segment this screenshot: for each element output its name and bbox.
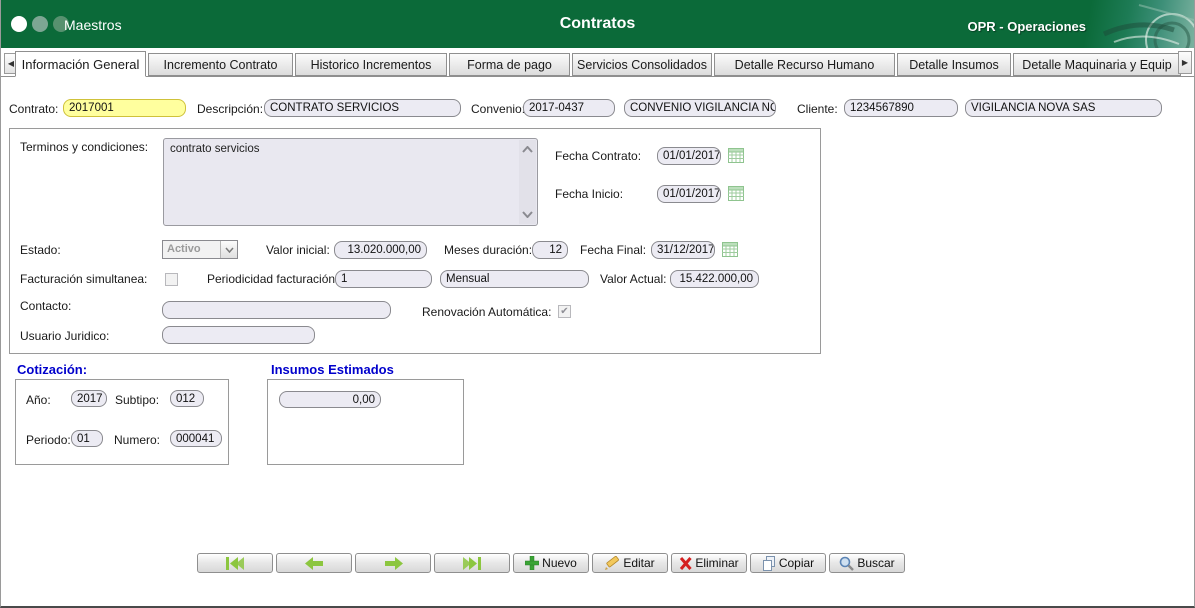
subtipo-label: Subtipo: (115, 393, 160, 407)
renovacion-automatica-checkbox[interactable]: ✔ (558, 305, 571, 318)
nuevo-label: Nuevo (542, 556, 577, 570)
periodicidad-label: Periodicidad facturación: (207, 272, 339, 286)
valor-actual-label: Valor Actual: (600, 272, 667, 286)
insumos-title: Insumos Estimados (271, 362, 394, 377)
delete-x-icon (680, 556, 692, 570)
tab-detalle-maquinaria[interactable]: Detalle Maquinaria y Equip (1013, 53, 1181, 76)
next-record-button[interactable] (355, 553, 431, 573)
facturacion-simultanea-label: Facturación simultanea: (20, 272, 148, 286)
previous-record-button[interactable] (276, 553, 352, 573)
estado-label: Estado: (20, 243, 61, 257)
periodicidad-desc-input[interactable]: Mensual (440, 270, 589, 288)
convenio-code-input[interactable]: 2017-0437 (523, 99, 615, 117)
next-record-icon (384, 556, 403, 570)
last-record-button[interactable] (434, 553, 510, 573)
ano-input[interactable]: 2017 (71, 390, 107, 407)
copy-icon (762, 555, 775, 571)
periodo-input[interactable]: 01 (71, 430, 103, 447)
periodicidad-input[interactable]: 1 (335, 270, 432, 288)
tab-detalle-recurso-humano[interactable]: Detalle Recurso Humano (714, 53, 895, 76)
last-record-icon (463, 556, 481, 570)
eliminar-button[interactable]: Eliminar (671, 553, 747, 573)
fecha-contrato-label: Fecha Contrato: (555, 149, 642, 163)
tab-bar: ◀ Información General Incremento Contrat… (1, 50, 1194, 77)
cotizacion-groupbox: Año: 2017 Subtipo: 012 Periodo: 01 Numer… (15, 379, 229, 465)
fecha-contrato-calendar-icon[interactable] (728, 148, 744, 163)
first-record-icon (226, 556, 244, 570)
fecha-final-label: Fecha Final: (580, 243, 647, 257)
contacto-input[interactable] (162, 301, 391, 319)
tab-informacion-general[interactable]: Información General (15, 51, 146, 77)
fecha-inicio-input[interactable]: 01/01/2017 (657, 185, 721, 203)
tab-historico-incrementos[interactable]: Historico Incrementos (295, 53, 447, 76)
cotizacion-title: Cotización: (17, 362, 88, 377)
numero-input[interactable]: 000041 (170, 430, 222, 447)
editar-button[interactable]: Editar (592, 553, 668, 573)
previous-record-icon (304, 556, 323, 570)
buscar-label: Buscar (857, 556, 895, 570)
editar-label: Editar (623, 556, 655, 570)
descripcion-input[interactable]: CONTRATO SERVICIOS (264, 99, 461, 117)
copiar-label: Copiar (778, 556, 815, 570)
copiar-button[interactable]: Copiar (750, 553, 826, 573)
terminos-textarea[interactable]: contrato servicios (163, 138, 538, 226)
chevron-down-icon[interactable] (220, 241, 237, 258)
eliminar-label: Eliminar (695, 556, 739, 570)
convenio-label: Convenio: (471, 102, 526, 116)
ano-label: Año: (26, 393, 51, 407)
usuario-juridico-input[interactable] (162, 326, 315, 344)
terminos-label: Terminos y condiciones: (20, 140, 149, 154)
insumos-valor-input[interactable]: 0,00 (279, 391, 381, 408)
fecha-contrato-input[interactable]: 01/01/2017 (657, 147, 721, 165)
pencil-icon (605, 556, 620, 570)
meses-duracion-label: Meses duración: (444, 243, 533, 257)
subtipo-input[interactable]: 012 (170, 390, 204, 407)
informacion-general-groupbox: Terminos y condiciones: contrato servici… (9, 128, 821, 354)
tab-detalle-insumos[interactable]: Detalle Insumos (897, 53, 1011, 76)
facturacion-simultanea-checkbox[interactable] (165, 273, 178, 286)
estado-dropdown[interactable]: Activo (162, 240, 238, 259)
header-bar: Maestros Contratos OPR - Operaciones (1, 0, 1194, 67)
cliente-id-input[interactable]: 1234567890 (844, 99, 958, 117)
valor-inicial-label: Valor inicial: (266, 243, 330, 257)
renovacion-automatica-label: Renovación Automática: (422, 305, 552, 319)
cliente-label: Cliente: (797, 102, 838, 116)
scroll-down-icon[interactable] (522, 211, 533, 218)
terminos-scrollbar[interactable] (519, 140, 536, 224)
cliente-name-input[interactable]: VIGILANCIA NOVA SAS (965, 99, 1162, 117)
contrato-label: Contrato: (9, 102, 59, 116)
estado-value: Activo (167, 243, 201, 255)
fecha-final-input[interactable]: 31/12/2017 (651, 241, 715, 259)
search-icon (840, 556, 855, 571)
context-label: OPR - Operaciones (967, 19, 1086, 34)
contacto-label: Contacto: (20, 299, 72, 313)
convenio-name-input[interactable]: CONVENIO VIGILANCIA NOV (624, 99, 776, 117)
record-toolbar: Nuevo Editar Eliminar Copiar Buscar (197, 553, 905, 573)
scroll-up-icon[interactable] (522, 146, 533, 153)
valor-inicial-input[interactable]: 13.020.000,00 (334, 241, 427, 259)
tab-forma-de-pago[interactable]: Forma de pago (449, 53, 570, 76)
tab-scroll-right-icon[interactable]: ▶ (1178, 51, 1192, 74)
usuario-juridico-label: Usuario Juridico: (20, 329, 110, 343)
plus-icon (525, 556, 540, 570)
app-window: Maestros Contratos OPR - Operaciones ◀ I… (0, 0, 1195, 608)
first-record-button[interactable] (197, 553, 273, 573)
tab-servicios-consolidados[interactable]: Servicios Consolidados (572, 53, 712, 76)
descripcion-label: Descripción: (197, 102, 264, 116)
nuevo-button[interactable]: Nuevo (513, 553, 589, 573)
tab-incremento-contrato[interactable]: Incremento Contrato (148, 53, 293, 76)
contrato-input[interactable]: 2017001 (63, 99, 186, 117)
insumos-groupbox: 0,00 (267, 379, 464, 465)
fecha-inicio-label: Fecha Inicio: (555, 187, 624, 201)
terminos-text: contrato servicios (170, 143, 260, 155)
numero-label: Numero: (114, 433, 161, 447)
buscar-button[interactable]: Buscar (829, 553, 905, 573)
fecha-inicio-calendar-icon[interactable] (728, 186, 744, 201)
periodo-label: Periodo: (26, 433, 71, 447)
meses-duracion-input[interactable]: 12 (532, 241, 568, 259)
valor-actual-input[interactable]: 15.422.000,00 (670, 270, 759, 288)
fecha-final-calendar-icon[interactable] (722, 242, 738, 257)
